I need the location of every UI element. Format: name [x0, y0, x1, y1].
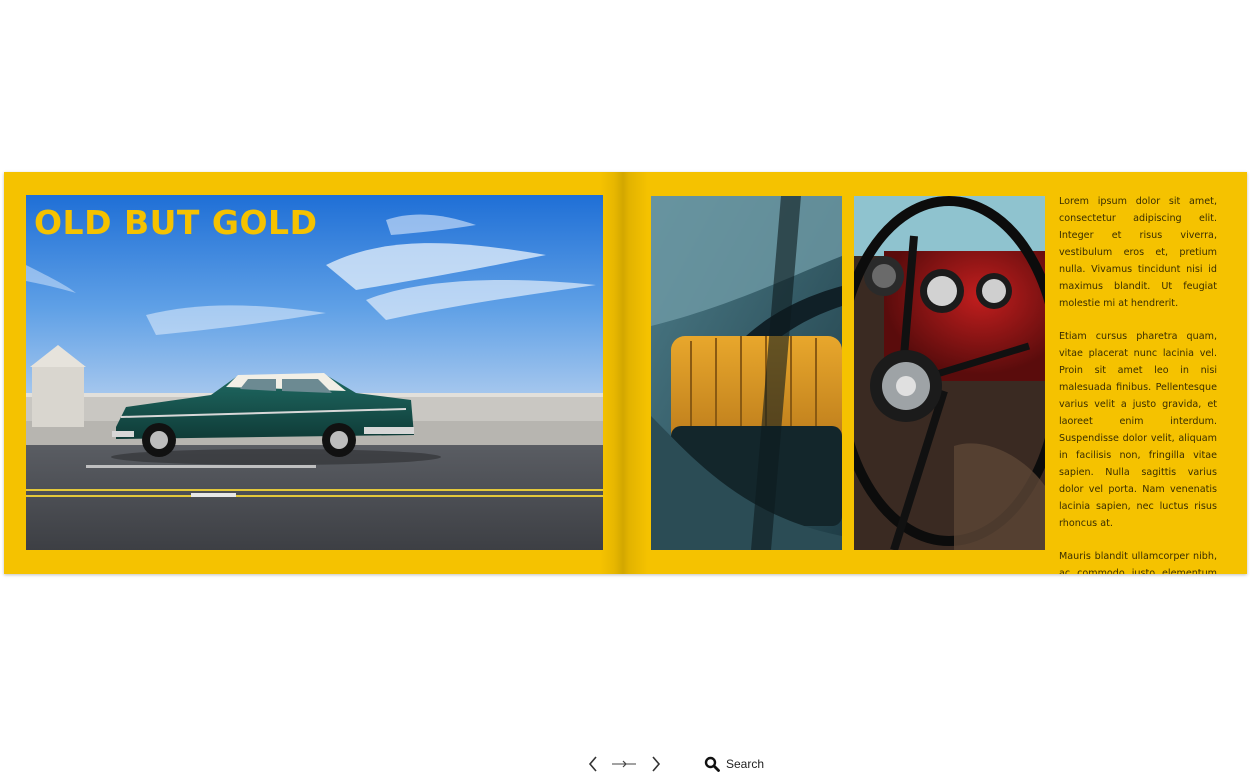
flipbook-viewer: OLD BUT GOLD Lorem ipsum dolor sit amet,…	[0, 0, 1250, 780]
chevron-right-icon	[652, 756, 661, 772]
car-seat-image	[651, 196, 842, 550]
page-headline: OLD BUT GOLD	[34, 203, 318, 242]
search-icon	[704, 756, 720, 772]
classic-car-photo: OLD BUT GOLD	[26, 195, 603, 550]
search-button[interactable]: Search	[704, 752, 774, 776]
steering-wheel-photo	[854, 196, 1045, 550]
chevron-left-icon	[588, 756, 597, 772]
previous-page-button[interactable]	[582, 752, 604, 776]
book-gutter	[600, 172, 648, 574]
page-slider-button[interactable]	[610, 752, 638, 776]
next-page-button[interactable]	[645, 752, 667, 776]
steering-wheel-image	[854, 196, 1045, 550]
paragraph-3: Mauris blandit ullamcorper nibh, ac comm…	[1059, 551, 1217, 574]
book-spread[interactable]: OLD BUT GOLD Lorem ipsum dolor sit amet,…	[4, 172, 1247, 574]
viewer-toolbar: Search	[0, 752, 1250, 776]
car-seat-photo	[651, 196, 842, 550]
page-slider-icon	[612, 760, 636, 768]
search-label: Search	[726, 757, 765, 771]
paragraph-1: Lorem ipsum dolor sit amet, consectetur …	[1059, 196, 1217, 309]
body-text-column: Lorem ipsum dolor sit amet, consectetur …	[1059, 193, 1217, 574]
paragraph-2: Etiam cursus pharetra quam, vitae placer…	[1059, 331, 1217, 529]
classic-car-image	[26, 195, 603, 550]
